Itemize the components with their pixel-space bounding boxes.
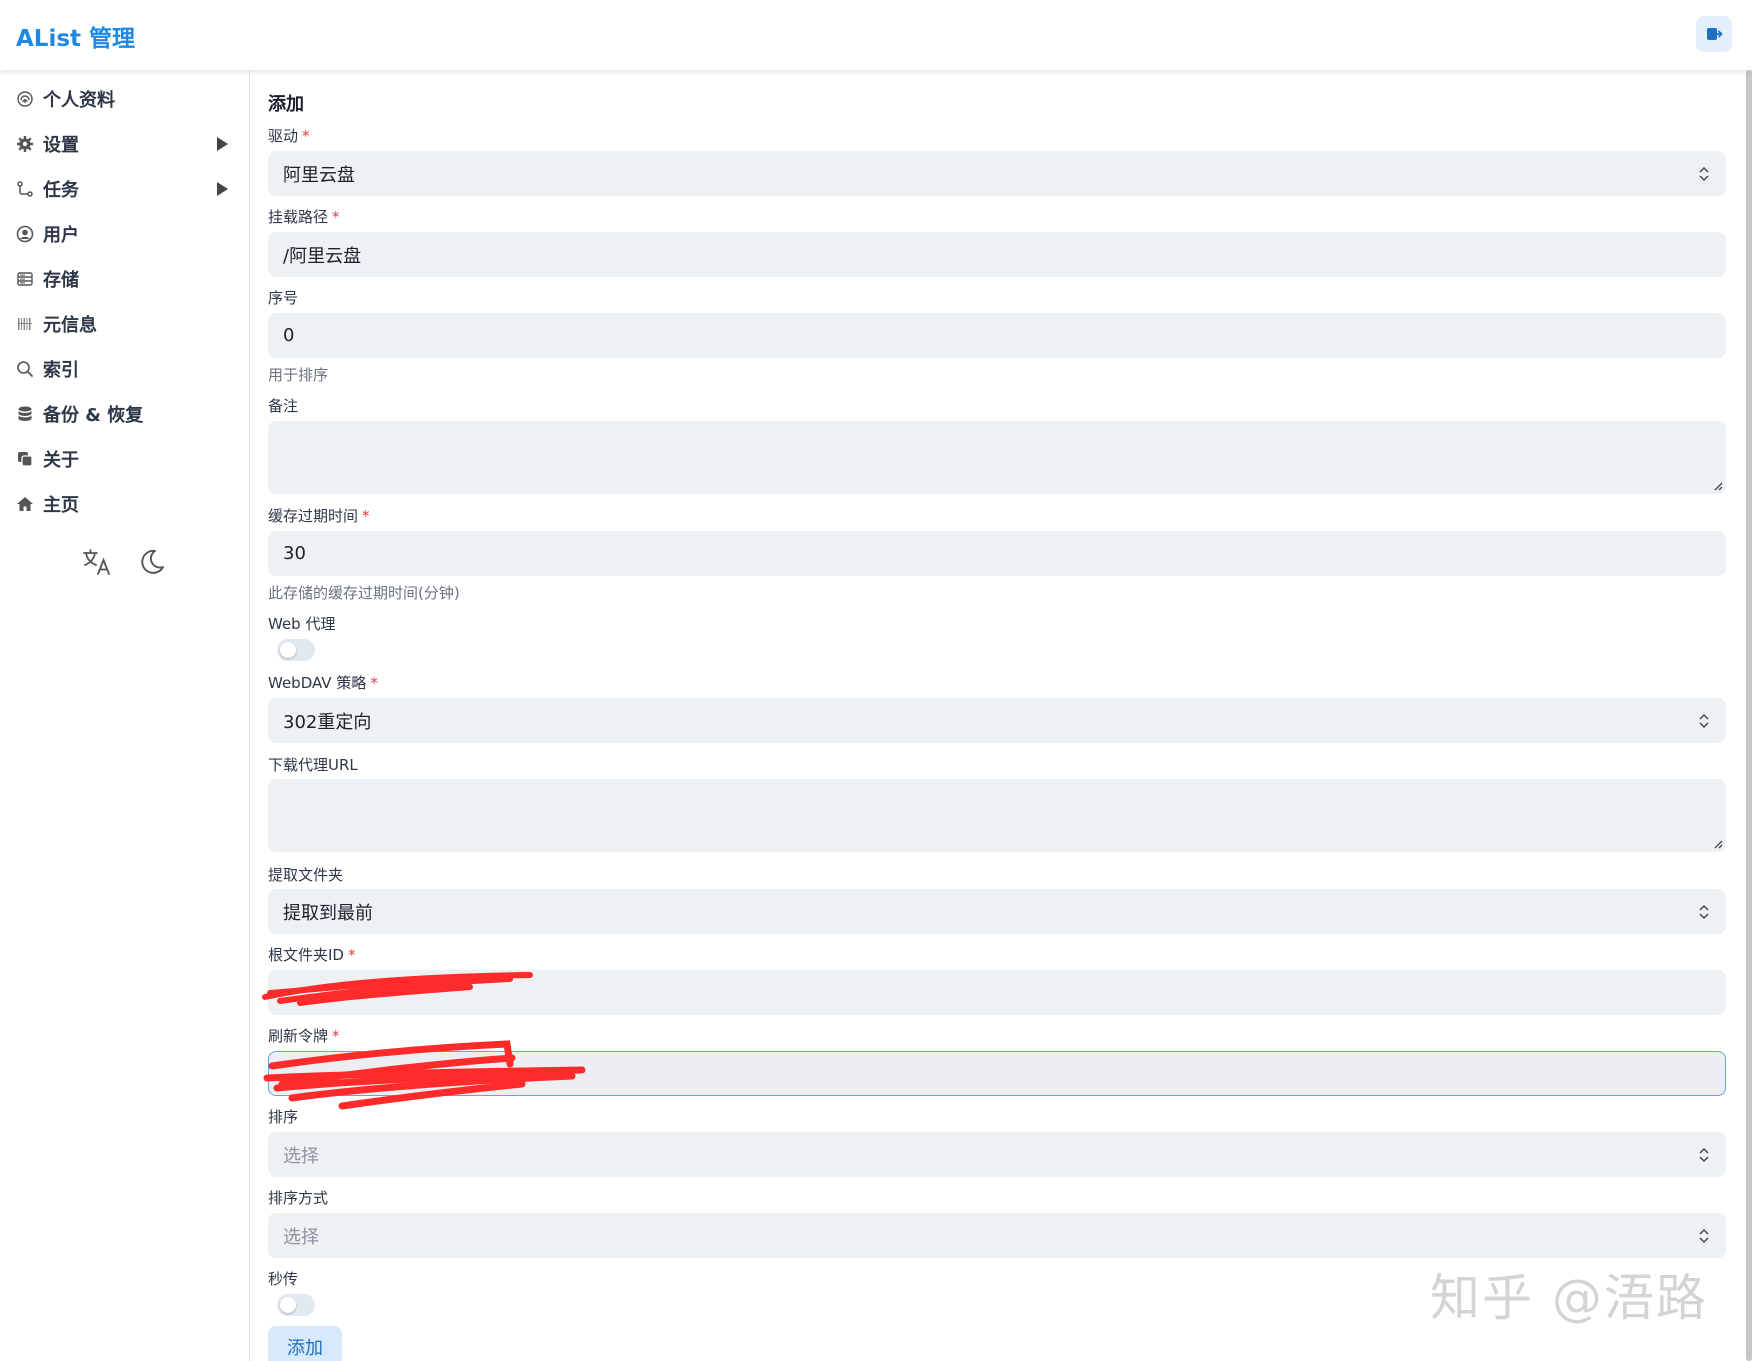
add-button[interactable]: 添加 — [268, 1326, 342, 1361]
webdav-policy-label: WebDAV 策略 * — [268, 674, 378, 692]
sidebar-item-about[interactable]: 关于 — [0, 439, 250, 479]
driver-label: 驱动 * — [268, 127, 310, 145]
resize-grip-icon[interactable] — [1711, 837, 1723, 849]
user-circle-icon — [14, 223, 36, 245]
cache-expiration-hint: 此存储的缓存过期时间(分钟) — [268, 584, 460, 602]
app-title: AList 管理 — [16, 26, 136, 52]
rapid-upload-switch[interactable] — [277, 1294, 315, 1316]
fingerprint-icon — [14, 88, 36, 110]
database-icon — [14, 403, 36, 425]
remark-label: 备注 — [268, 397, 299, 415]
watermark: 知乎 @浯路 — [1430, 1269, 1708, 1327]
chevron-updown-icon — [1699, 713, 1709, 729]
order-label: 序号 — [268, 289, 299, 307]
translate-icon[interactable] — [79, 544, 115, 580]
sidebar-item-home[interactable]: 主页 — [0, 484, 250, 524]
copy-icon — [14, 448, 36, 470]
sidebar-item-meta[interactable]: 元信息 — [0, 304, 250, 344]
sidebar-item-backup[interactable]: 备份 & 恢复 — [0, 394, 250, 434]
sidebar-item-users[interactable]: 用户 — [0, 214, 250, 254]
expand-arrow-icon[interactable] — [214, 136, 230, 152]
sidebar-item-label: 元信息 — [43, 315, 97, 336]
order-by-label: 排序 — [268, 1108, 299, 1126]
extract-folder-label: 提取文件夹 — [268, 866, 344, 884]
mount-path-label: 挂载路径 * — [268, 208, 340, 226]
logout-icon — [1707, 28, 1723, 40]
resize-grip-icon[interactable] — [1711, 479, 1723, 491]
root-folder-id-input[interactable] — [268, 970, 1726, 1015]
chevron-updown-icon — [1699, 166, 1709, 182]
chevron-updown-icon — [1699, 1147, 1709, 1163]
expand-arrow-icon[interactable] — [214, 181, 230, 197]
order-input[interactable]: 0 — [268, 313, 1726, 358]
sidebar-item-label: 用户 — [43, 225, 79, 246]
top-header: AList 管理 — [0, 0, 1752, 70]
sidebar-item-tasks[interactable]: 任务 — [0, 169, 250, 209]
form-title: 添加 — [268, 94, 304, 115]
order-by-select[interactable]: 选择 — [268, 1132, 1726, 1177]
moon-icon[interactable] — [133, 544, 169, 580]
refresh-token-label: 刷新令牌 * — [268, 1027, 340, 1045]
chevron-updown-icon — [1699, 1228, 1709, 1244]
sidebar: 个人资料 设置 任务 用户 存储 元信息 索引 备份 & 恢复 关于 主页 — [0, 70, 250, 1361]
sidebar-item-label: 存储 — [43, 270, 79, 291]
sidebar-item-profile[interactable]: 个人资料 — [0, 79, 250, 119]
git-branch-icon — [14, 178, 36, 200]
webdav-policy-select[interactable]: 302重定向 — [268, 698, 1726, 743]
rapid-upload-label: 秒传 — [268, 1270, 299, 1288]
cache-expiration-input[interactable]: 30 — [268, 531, 1726, 576]
sidebar-item-label: 设置 — [43, 135, 79, 156]
down-proxy-url-label: 下载代理URL — [268, 756, 358, 774]
extract-folder-select[interactable]: 提取到最前 — [268, 889, 1726, 934]
order-hint: 用于排序 — [268, 366, 329, 384]
sidebar-item-storage[interactable]: 存储 — [0, 259, 250, 299]
page-scrollbar[interactable] — [1746, 70, 1752, 1361]
logout-button[interactable] — [1696, 16, 1732, 52]
sidebar-item-label: 备份 & 恢复 — [43, 405, 144, 426]
meta-grid-icon — [14, 313, 36, 335]
sidebar-item-label: 索引 — [43, 360, 79, 381]
sidebar-item-settings[interactable]: 设置 — [0, 124, 250, 164]
order-direction-select[interactable]: 选择 — [268, 1213, 1726, 1258]
chevron-updown-icon — [1699, 904, 1709, 920]
sidebar-item-label: 个人资料 — [43, 90, 115, 111]
cache-expiration-label: 缓存过期时间 * — [268, 507, 370, 525]
storage-icon — [14, 268, 36, 290]
web-proxy-label: Web 代理 — [268, 615, 336, 633]
sidebar-item-label: 主页 — [43, 495, 79, 516]
search-icon — [14, 358, 36, 380]
home-icon — [14, 493, 36, 515]
driver-select[interactable]: 阿里云盘 — [268, 151, 1726, 196]
remark-textarea[interactable] — [268, 421, 1726, 494]
sidebar-item-index[interactable]: 索引 — [0, 349, 250, 389]
mount-path-input[interactable]: /阿里云盘 — [268, 232, 1726, 277]
order-direction-label: 排序方式 — [268, 1189, 329, 1207]
sidebar-item-label: 关于 — [43, 450, 79, 471]
web-proxy-switch[interactable] — [277, 639, 315, 661]
root-folder-id-label: 根文件夹ID * — [268, 946, 356, 964]
gear-icon — [14, 133, 36, 155]
down-proxy-url-textarea[interactable] — [268, 779, 1726, 852]
sidebar-tools — [0, 540, 250, 580]
sidebar-item-label: 任务 — [43, 180, 79, 201]
refresh-token-input[interactable] — [268, 1051, 1726, 1096]
